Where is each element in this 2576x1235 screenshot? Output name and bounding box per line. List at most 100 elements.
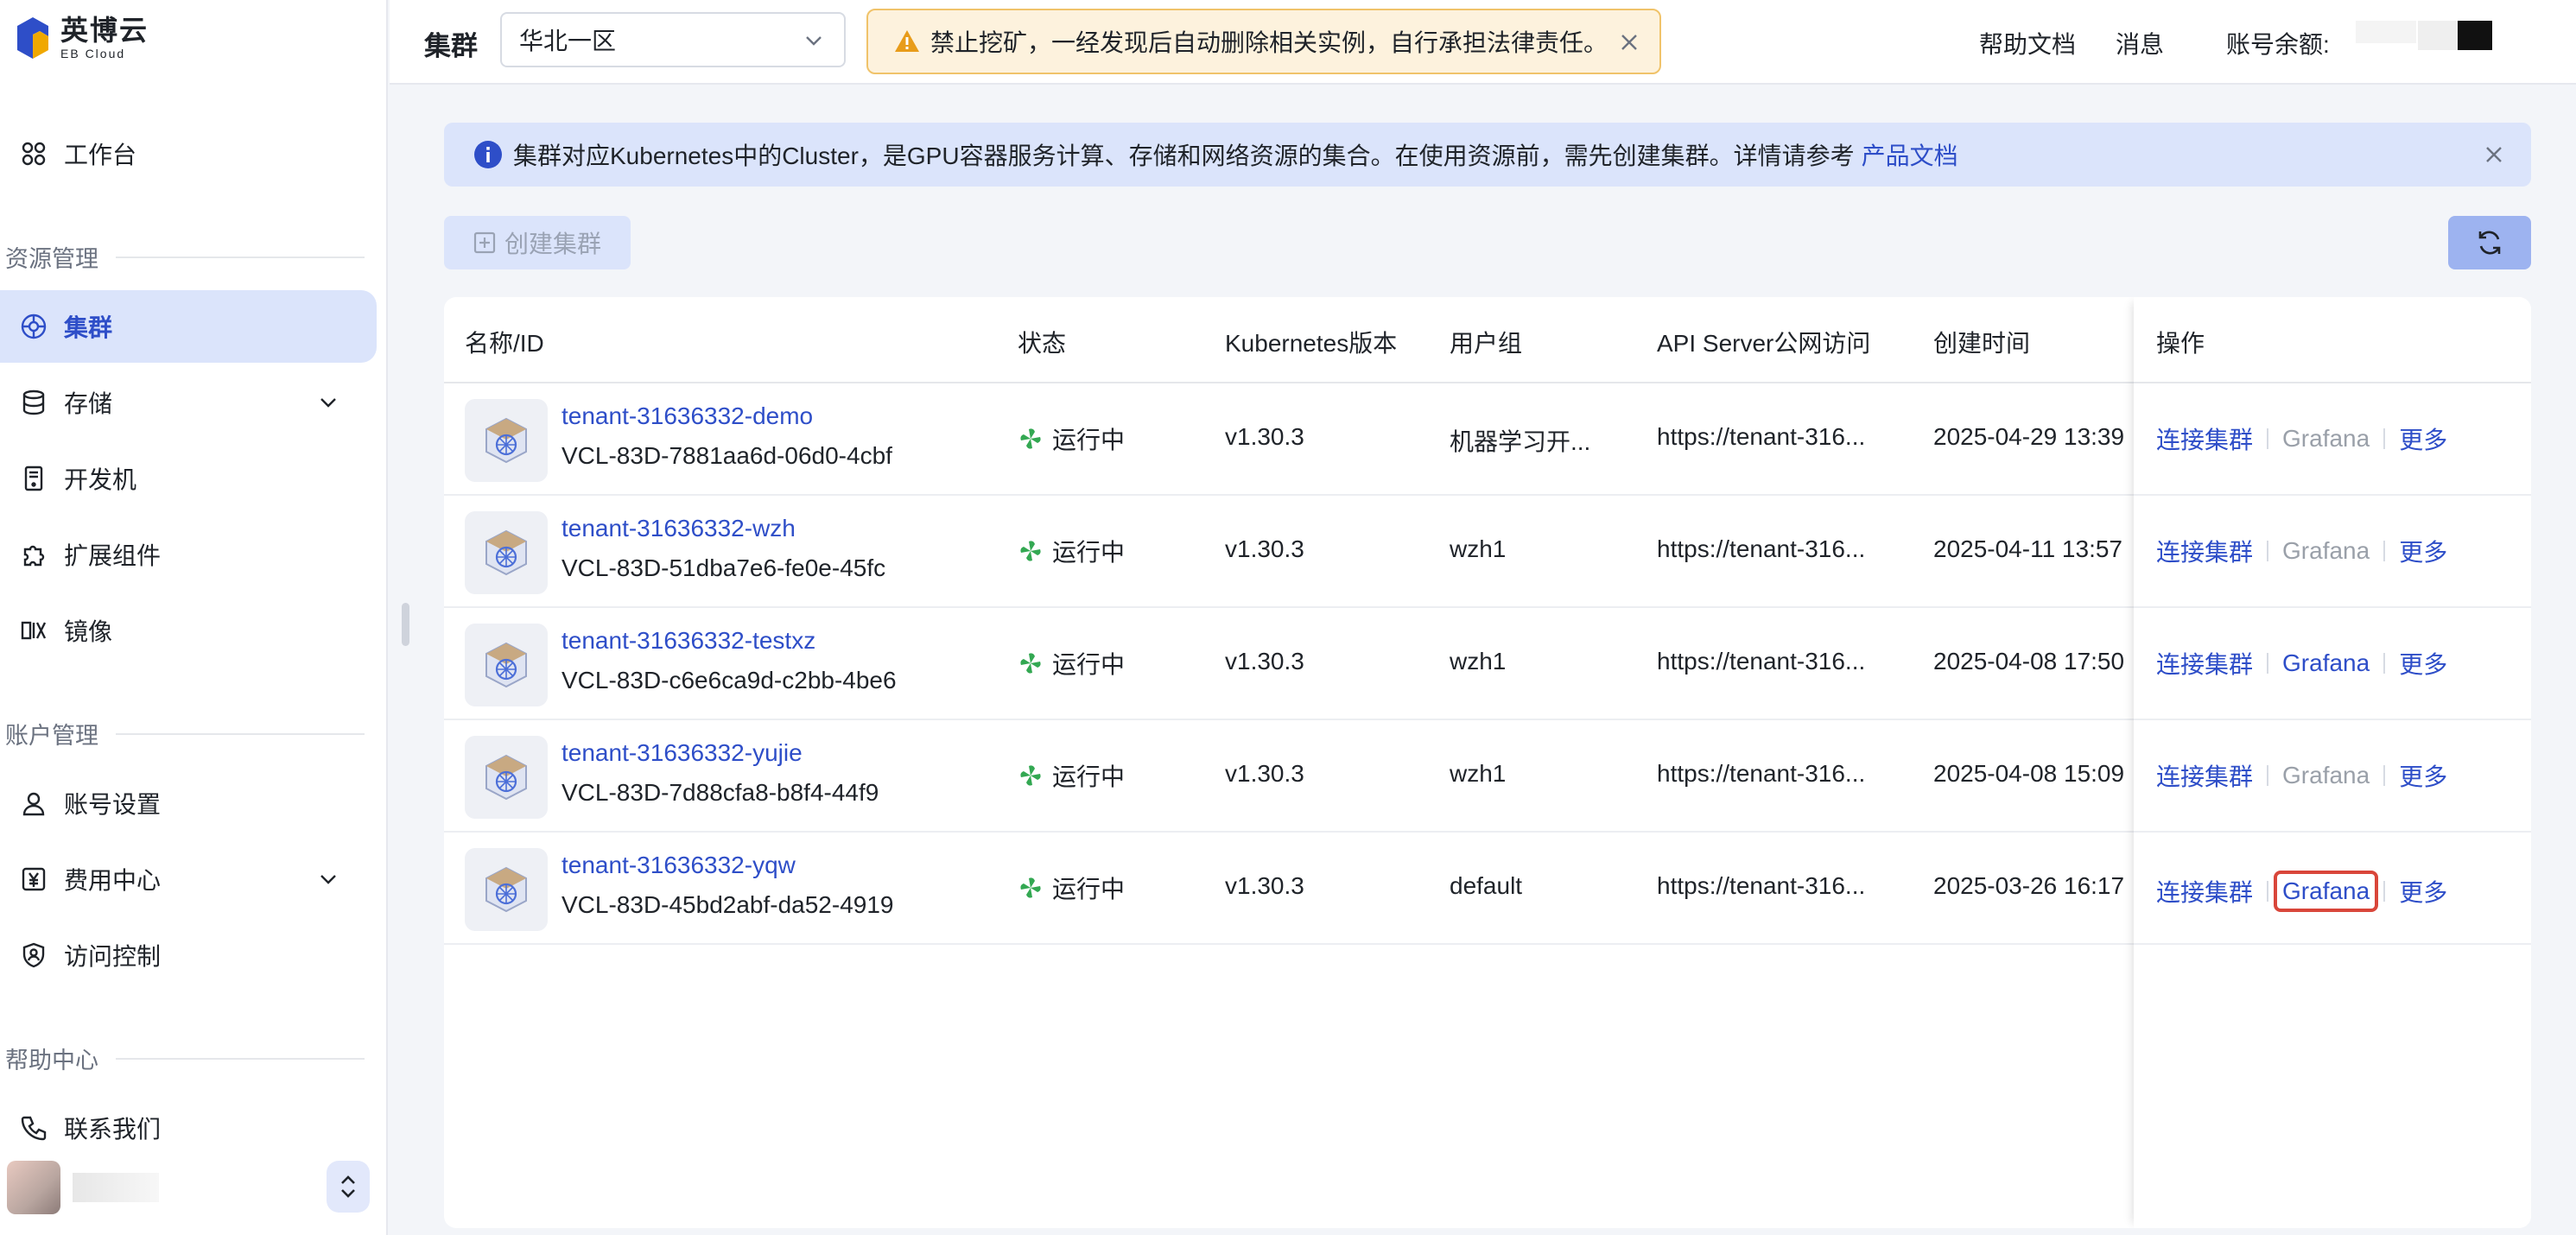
info-banner: 集群对应Kubernetes中的Cluster，是GPU容器服务计算、存储和网络… (444, 123, 2531, 187)
section-title-account: 账户管理 (5, 717, 365, 750)
row-actions: 连接集群 Grafana 更多 (2156, 758, 2447, 793)
sidebar-item-extensions[interactable]: 扩展组件 (0, 518, 377, 591)
expand-user-button[interactable] (327, 1161, 370, 1213)
connect-cluster-link[interactable]: 连接集群 (2156, 874, 2253, 909)
k8s-version: v1.30.3 (1225, 423, 1304, 450)
user-bar[interactable] (7, 1159, 370, 1216)
product-docs-link[interactable]: 产品文档 (1862, 137, 1958, 172)
sidebar-item-access-control[interactable]: 访问控制 (0, 919, 377, 991)
running-status-icon (1018, 875, 1044, 901)
cluster-name-link[interactable]: tenant-31636332-yqw (562, 852, 796, 879)
status-text: 运行中 (1052, 763, 1126, 790)
user-group: wzh1 (1450, 535, 1507, 562)
grafana-link[interactable]: Grafana (2282, 649, 2370, 677)
created-time: 2025-03-26 16:17 (1933, 872, 2125, 899)
sidebar-item-contact[interactable]: 联系我们 (0, 1092, 377, 1164)
more-actions-link[interactable]: 更多 (2399, 534, 2447, 568)
sidebar-item-workbench[interactable]: 工作台 (0, 117, 377, 190)
grafana-link[interactable]: Grafana (2282, 762, 2370, 789)
warning-icon (895, 30, 919, 52)
table-row-actions: 连接集群 Grafana 更多 (2134, 608, 2531, 720)
info-icon (474, 141, 502, 168)
chevron-down-icon[interactable] (316, 390, 340, 415)
column-header-k8s-version: Kubernetes版本 (1225, 330, 1398, 357)
messages-link[interactable]: 消息 (2116, 26, 2164, 60)
sidebar-item-storage[interactable]: 存储 (0, 366, 377, 439)
sidebar-item-label: 账号设置 (64, 791, 162, 818)
connect-cluster-link[interactable]: 连接集群 (2156, 758, 2253, 793)
avatar[interactable] (7, 1161, 60, 1214)
user-icon (19, 788, 48, 818)
logo-icon (14, 16, 52, 60)
sidebar-item-label: 扩展组件 (64, 542, 162, 569)
divider (2267, 428, 2269, 449)
connect-cluster-link[interactable]: 连接集群 (2156, 421, 2253, 456)
more-actions-link[interactable]: 更多 (2399, 421, 2447, 456)
k8s-version: v1.30.3 (1225, 648, 1304, 674)
table-row-actions: 连接集群 Grafana 更多 (2134, 383, 2531, 496)
sidebar-item-account-settings[interactable]: 账号设置 (0, 767, 377, 839)
close-icon[interactable] (2483, 143, 2505, 166)
refresh-button[interactable] (2448, 216, 2531, 269)
chevron-down-icon[interactable] (316, 867, 340, 891)
more-actions-link[interactable]: 更多 (2399, 646, 2447, 681)
connect-cluster-link[interactable]: 连接集群 (2156, 646, 2253, 681)
status-badge: 运行中 (1018, 871, 1125, 905)
connect-cluster-link[interactable]: 连接集群 (2156, 534, 2253, 568)
cluster-icon (465, 624, 548, 706)
column-header-actions: 操作 (2156, 330, 2205, 357)
table-row-actions: 连接集群 Grafana 更多 (2134, 833, 2531, 945)
help-docs-link[interactable]: 帮助文档 (1979, 26, 2076, 60)
balance-value-masked (2356, 21, 2416, 43)
running-status-icon (1018, 538, 1044, 564)
cluster-name-link[interactable]: tenant-31636332-demo (562, 402, 813, 430)
create-cluster-label: 创建集群 (504, 231, 601, 257)
user-group: default (1450, 872, 1523, 899)
section-title-help: 帮助中心 (5, 1042, 365, 1075)
cluster-id: VCL-83D-7d88cfa8-b8f4-44f9 (562, 779, 879, 806)
cluster-icon (465, 736, 548, 819)
user-menu-masked[interactable] (2418, 21, 2458, 50)
section-title-resource: 资源管理 (5, 240, 365, 274)
cluster-id: VCL-83D-51dba7e6-fe0e-45fc (562, 554, 886, 581)
logo-text-cn: 英博云 (60, 15, 149, 46)
cluster-name-link[interactable]: tenant-31636332-wzh (562, 515, 796, 542)
sidebar-resize-handle[interactable] (402, 603, 409, 646)
more-actions-link[interactable]: 更多 (2399, 758, 2447, 793)
sidebar-item-billing[interactable]: 费用中心 (0, 843, 377, 915)
user-group: wzh1 (1450, 648, 1507, 674)
cluster-id: VCL-83D-7881aa6d-06d0-4cbf (562, 442, 892, 469)
sidebar-item-cluster[interactable]: 集群 (0, 290, 377, 363)
status-text: 运行中 (1052, 876, 1126, 902)
grid-icon (19, 139, 48, 168)
sidebar-item-images[interactable]: 镜像 (0, 594, 377, 667)
grafana-link[interactable]: Grafana (2274, 871, 2379, 912)
created-time: 2025-04-08 15:09 (1933, 760, 2125, 787)
grafana-link[interactable]: Grafana (2282, 425, 2370, 453)
page-title: 集群 (424, 31, 478, 61)
user-group: 机器学习开... (1450, 428, 1591, 455)
user-menu-avatar[interactable] (2458, 21, 2492, 50)
status-badge: 运行中 (1018, 646, 1125, 681)
create-cluster-button[interactable]: 创建集群 (444, 216, 631, 269)
cluster-icon (19, 312, 48, 341)
more-actions-link[interactable]: 更多 (2399, 874, 2447, 909)
logo[interactable]: 英博云 EB Cloud (14, 16, 149, 60)
region-select[interactable]: 华北一区 (500, 12, 846, 67)
running-status-icon (1018, 650, 1044, 676)
column-header-user-group: 用户组 (1450, 330, 1523, 357)
sidebar-item-devmachine[interactable]: 开发机 (0, 442, 377, 515)
row-actions: 连接集群 Grafana 更多 (2156, 534, 2447, 568)
cluster-name-link[interactable]: tenant-31636332-yujie (562, 739, 803, 767)
sidebar-item-label: 镜像 (64, 618, 113, 645)
logo-text-en: EB Cloud (60, 47, 126, 60)
cluster-name-link[interactable]: tenant-31636332-testxz (562, 627, 815, 655)
sidebar-item-label: 集群 (64, 314, 113, 341)
sidebar-item-label: 联系我们 (64, 1116, 162, 1143)
top-header: 集群 华北一区 禁止挖矿，一经发现后自动删除相关实例，自行承担法律责任。 帮助文… (390, 0, 2576, 85)
status-text: 运行中 (1052, 427, 1126, 453)
grafana-link[interactable]: Grafana (2282, 537, 2370, 565)
close-icon[interactable] (1618, 31, 1640, 54)
created-time: 2025-04-11 13:57 (1933, 535, 2122, 562)
yen-icon (19, 864, 48, 894)
